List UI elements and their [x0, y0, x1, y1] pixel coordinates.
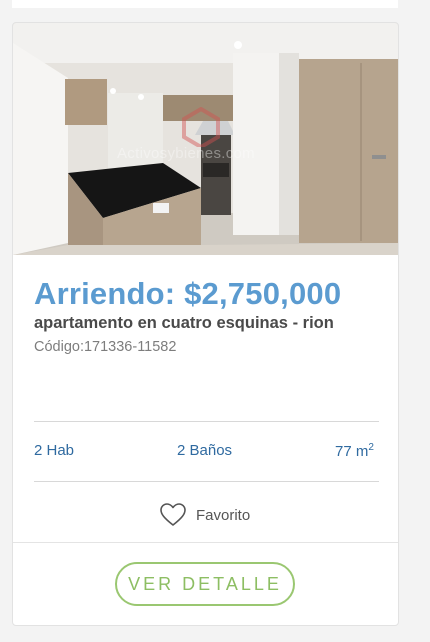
- divider-bottom: [34, 481, 379, 482]
- listing-code: Código:171336-11582: [34, 339, 177, 355]
- watermark-logo-icon: [182, 107, 220, 147]
- listing-title[interactable]: apartamento en cuatro esquinas - rion: [34, 314, 334, 333]
- heart-outline-icon[interactable]: [160, 503, 186, 527]
- top-strip: [12, 0, 398, 8]
- listing-price[interactable]: Arriendo: $2,750,000: [34, 276, 341, 312]
- area-number: 77 m: [335, 443, 369, 460]
- area-value: 77 m2: [335, 442, 374, 460]
- baths-count: 2 Baños: [177, 442, 233, 459]
- rooms-count: 2 Hab: [34, 442, 75, 459]
- area-unit-superscript: 2: [368, 442, 374, 453]
- property-card: Activosybienes.com Arriendo: $2,750,000 …: [12, 22, 399, 626]
- watermark-text: Activosybienes.com: [117, 145, 255, 162]
- divider-top: [34, 421, 379, 422]
- property-photo[interactable]: Activosybienes.com: [13, 23, 398, 255]
- favorite-label[interactable]: Favorito: [196, 507, 250, 524]
- favorite-toggle[interactable]: Favorito: [160, 503, 250, 527]
- view-detail-button[interactable]: VER DETALLE: [115, 562, 295, 606]
- card-footer-divider: [13, 542, 398, 543]
